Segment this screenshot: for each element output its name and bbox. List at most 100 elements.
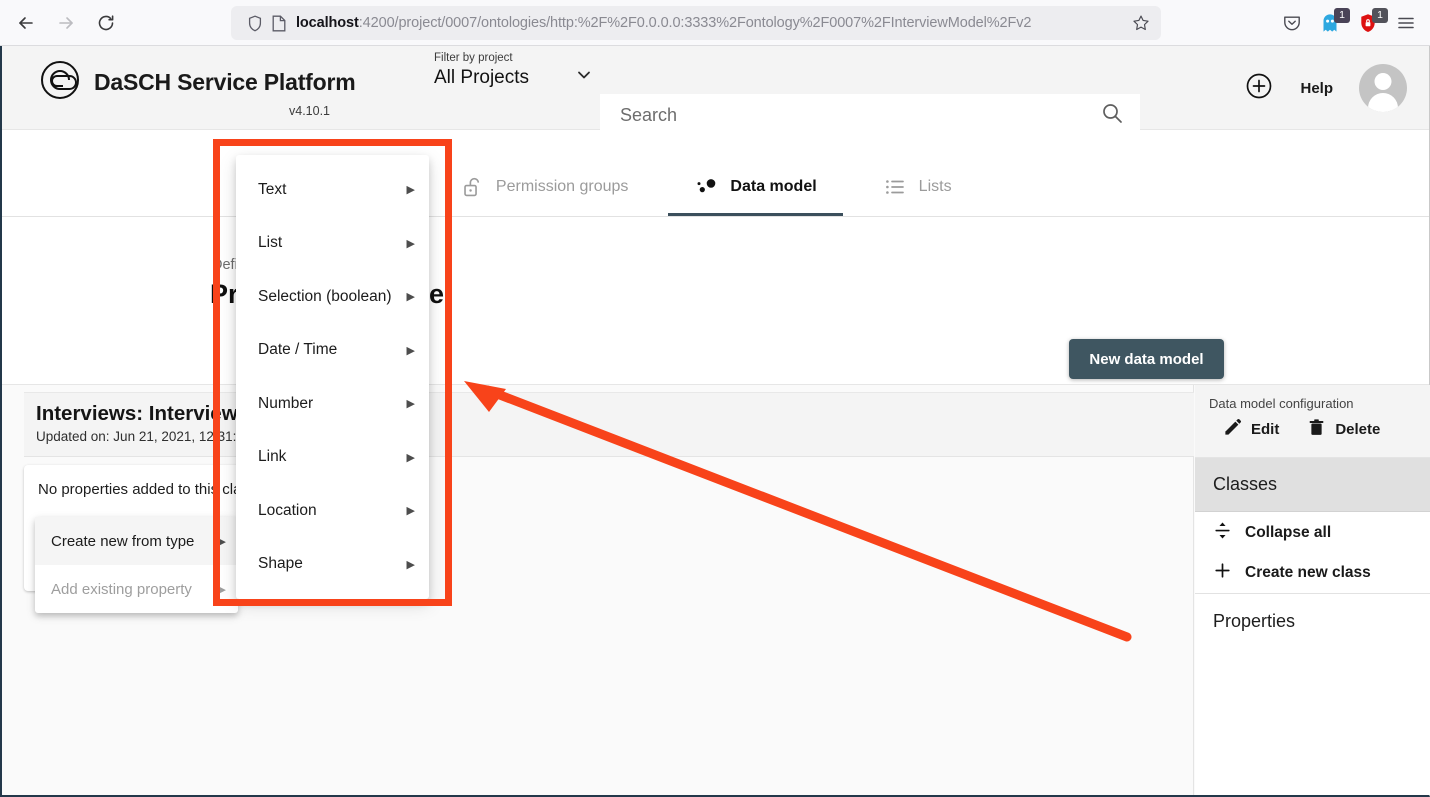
- project-filter[interactable]: Filter by project All Projects: [434, 52, 594, 90]
- app-title: DaSCH Service Platform: [94, 69, 355, 96]
- chevron-right-icon: ▶: [407, 451, 415, 464]
- extension-badge-count-2: 1: [1372, 8, 1388, 23]
- type-menu-item-number[interactable]: Number ▶: [236, 377, 429, 431]
- menu-item-add-existing-property[interactable]: Add existing property ▶: [35, 565, 238, 613]
- collapse-all-button[interactable]: Collapse all: [1195, 512, 1430, 553]
- class-header: Interviews: Interview Updated on: Jun 21…: [24, 392, 1194, 457]
- type-menu-item-date-time[interactable]: Date / Time ▶: [236, 324, 429, 378]
- help-link[interactable]: Help: [1300, 80, 1333, 97]
- data-model-sidebar: Data model configuration Edit: [1195, 385, 1430, 795]
- browser-toolbar-right: 1 1: [1274, 0, 1424, 46]
- hamburger-menu-icon[interactable]: [1388, 7, 1424, 39]
- type-menu-item-text[interactable]: Text ▶: [236, 163, 429, 217]
- page-body: Define your Project data model Interview…: [2, 217, 1429, 795]
- class-title: Interviews: Interview: [36, 402, 1182, 426]
- chevron-right-icon: ▶: [407, 558, 415, 571]
- edit-label: Edit: [1251, 421, 1279, 438]
- chevron-right-icon: ▶: [407, 397, 415, 410]
- app-header: DaSCH Service Platform v4.10.1 Filter by…: [2, 46, 1429, 130]
- browser-toolbar: localhost:4200/project/0007/ontologies/h…: [0, 0, 1430, 46]
- chevron-right-icon: ▶: [407, 237, 415, 250]
- url-host: localhost: [296, 15, 359, 31]
- page-document-icon: [267, 11, 291, 35]
- tab-label: Data model: [730, 178, 816, 196]
- unlocked-padlock-icon: [461, 175, 484, 199]
- list-lines-icon: [883, 175, 907, 199]
- type-menu-item-list[interactable]: List ▶: [236, 217, 429, 271]
- header-right-actions: Help: [1244, 64, 1407, 112]
- address-bar[interactable]: localhost:4200/project/0007/ontologies/h…: [231, 6, 1161, 40]
- data-model-bubbles-icon: [694, 175, 718, 199]
- chevron-right-icon: ▶: [218, 535, 226, 548]
- trash-delete-icon: [1307, 418, 1326, 441]
- type-menu-label: Number: [258, 395, 313, 413]
- url-path: :4200/project/0007/ontologies/http:%2F%2…: [359, 15, 1032, 31]
- type-menu-item-shape[interactable]: Shape ▶: [236, 538, 429, 592]
- new-data-model-button[interactable]: New data model: [1069, 339, 1224, 379]
- project-tabbar: Project members Permission groups Data m…: [2, 130, 1429, 217]
- classes-section-header: Classes: [1195, 458, 1430, 512]
- user-avatar-icon[interactable]: [1359, 64, 1407, 112]
- property-context-menu: Create new from type ▶ Add existing prop…: [35, 517, 238, 613]
- extension-badge-count: 1: [1334, 8, 1350, 23]
- type-menu-label: Text: [258, 181, 286, 199]
- tab-permission-groups[interactable]: Permission groups: [435, 158, 655, 216]
- pencil-edit-icon: [1223, 418, 1242, 441]
- screenshot-root: localhost:4200/project/0007/ontologies/h…: [0, 0, 1430, 797]
- search-input[interactable]: [618, 104, 1100, 127]
- url-text: localhost:4200/project/0007/ontologies/h…: [291, 15, 1127, 31]
- type-menu-label: Shape: [258, 555, 303, 573]
- type-menu-item-location[interactable]: Location ▶: [236, 484, 429, 538]
- application-viewport: DaSCH Service Platform v4.10.1 Filter by…: [0, 46, 1430, 797]
- type-menu-label: Location: [258, 502, 317, 520]
- chevron-right-icon: ▶: [218, 583, 226, 596]
- chevron-right-icon: ▶: [407, 504, 415, 517]
- reload-icon[interactable]: [88, 7, 124, 39]
- app-version: v4.10.1: [289, 104, 330, 118]
- collapse-all-icon: [1213, 521, 1232, 545]
- tracking-protection-shield-icon[interactable]: [243, 11, 267, 35]
- shield-privacy-extension-icon[interactable]: 1: [1350, 7, 1386, 39]
- browser-nav-buttons: [0, 7, 124, 39]
- class-updated-on: Updated on: Jun 21, 2021, 12:31:57: [36, 429, 1182, 444]
- type-menu-item-link[interactable]: Link ▶: [236, 431, 429, 485]
- type-menu-item-selection-boolean[interactable]: Selection (boolean) ▶: [236, 270, 429, 324]
- pocket-save-icon[interactable]: [1274, 7, 1310, 39]
- project-filter-label: Filter by project: [434, 52, 594, 64]
- chevron-down-icon[interactable]: [574, 65, 594, 90]
- collapse-all-label: Collapse all: [1245, 524, 1331, 542]
- tab-data-model[interactable]: Data model: [668, 158, 842, 216]
- property-type-submenu: Text ▶ List ▶ Selection (boolean) ▶ Date…: [236, 155, 429, 599]
- menu-item-label: Add existing property: [51, 581, 192, 598]
- create-new-class-label: Create new class: [1245, 564, 1371, 582]
- data-model-configuration-label: Data model configuration: [1209, 396, 1430, 411]
- chevron-right-icon: ▶: [407, 290, 415, 303]
- type-menu-label: Selection (boolean): [258, 288, 392, 306]
- search-magnifier-icon[interactable]: [1100, 101, 1124, 130]
- brand[interactable]: DaSCH Service Platform: [40, 60, 355, 105]
- tab-lists[interactable]: Lists: [857, 158, 978, 216]
- project-filter-value: All Projects: [434, 67, 529, 89]
- back-arrow-icon[interactable]: [8, 7, 44, 39]
- menu-item-create-new-from-type[interactable]: Create new from type ▶: [35, 517, 238, 565]
- tab-label: Lists: [919, 178, 952, 196]
- type-menu-label: Link: [258, 448, 286, 466]
- forward-arrow-icon[interactable]: [48, 7, 84, 39]
- chevron-right-icon: ▶: [407, 344, 415, 357]
- properties-section-header: Properties: [1195, 594, 1430, 648]
- data-model-configuration: Data model configuration Edit: [1195, 385, 1430, 458]
- type-menu-label: List: [258, 234, 282, 252]
- dasch-spiral-logo-icon: [40, 60, 80, 105]
- edit-data-model-button[interactable]: Edit: [1223, 418, 1279, 441]
- ghost-extension-icon[interactable]: 1: [1312, 7, 1348, 39]
- type-menu-label: Date / Time: [258, 341, 337, 359]
- delete-label: Delete: [1335, 421, 1380, 438]
- plus-icon: [1213, 561, 1232, 585]
- star-bookmark-icon[interactable]: [1127, 9, 1155, 37]
- delete-data-model-button[interactable]: Delete: [1307, 418, 1380, 441]
- plus-circle-icon[interactable]: [1244, 71, 1274, 106]
- tab-label: Permission groups: [496, 178, 629, 196]
- chevron-right-icon: ▶: [407, 183, 415, 196]
- create-new-class-button[interactable]: Create new class: [1195, 553, 1430, 594]
- menu-item-label: Create new from type: [51, 533, 194, 550]
